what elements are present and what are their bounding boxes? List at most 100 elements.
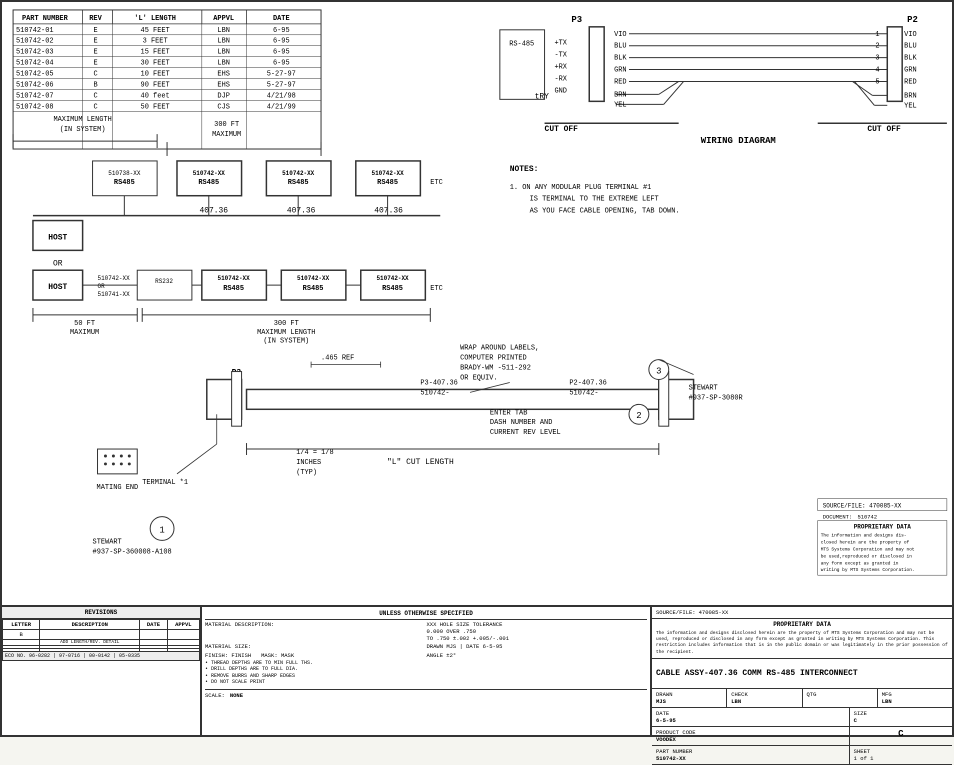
svg-text:LBN: LBN <box>217 60 230 68</box>
svg-text:510742-02: 510742-02 <box>16 38 53 46</box>
svg-text:C: C <box>93 71 97 79</box>
svg-text:407.36: 407.36 <box>199 207 228 216</box>
svg-text:407.36: 407.36 <box>374 207 403 216</box>
svg-text:510742-XX: 510742-XX <box>282 170 315 177</box>
svg-text:DOCUMENT:: DOCUMENT: <box>823 514 852 521</box>
svg-text:closed herein are the property: closed herein are the property of <box>821 539 910 545</box>
tolerances: XXX HOLE SIZE TOLERANCE 0.000 OVER .750 … <box>427 621 648 642</box>
svg-text:BLK: BLK <box>904 55 917 63</box>
svg-text:#937-SP-360008-A108: #937-SP-360008-A108 <box>93 548 172 556</box>
svg-text:ETC: ETC <box>430 179 443 187</box>
svg-text:3: 3 <box>875 55 879 63</box>
svg-text:510742-XX: 510742-XX <box>297 275 330 282</box>
svg-text:510742-XX: 510742-XX <box>218 275 251 282</box>
svg-text:510742-XX: 510742-XX <box>376 275 409 282</box>
svg-text:BRN: BRN <box>614 91 627 99</box>
svg-text:1/4 = 1/8: 1/4 = 1/8 <box>296 449 333 457</box>
product-code-row: PRODUCT CODE VOODEX C <box>652 727 952 746</box>
eco-row: ECO NO. 96-0282 | 97-0716 | 00-0142 | 05… <box>3 652 200 661</box>
svg-text:INCHES: INCHES <box>296 459 321 467</box>
svg-text:510742-: 510742- <box>569 389 598 397</box>
svg-text:510742-03: 510742-03 <box>16 49 53 57</box>
svg-text:510742: 510742 <box>857 514 877 521</box>
svg-text:90 FEET: 90 FEET <box>141 81 170 89</box>
drawing-container: PART NUMBER REV 'L' LENGTH APPVL DATE 51… <box>0 0 954 737</box>
svg-text:"L" CUT LENGTH: "L" CUT LENGTH <box>387 458 454 467</box>
svg-text:WRAP AROUND LABELS,: WRAP AROUND LABELS, <box>460 345 539 353</box>
svg-text:(IN SYSTEM): (IN SYSTEM) <box>60 126 106 134</box>
svg-text:6-95: 6-95 <box>273 60 290 68</box>
svg-text:P2: P2 <box>907 15 918 25</box>
svg-text:40 feet: 40 feet <box>141 92 170 100</box>
svg-text:ENTER TAB: ENTER TAB <box>490 409 527 417</box>
svg-text:IS TERMINAL TO THE EXTREME LEF: IS TERMINAL TO THE EXTREME LEFT <box>530 196 659 204</box>
svg-text:1. ON ANY MODULAR PLUG TERMI: 1. ON ANY MODULAR PLUG TERMINAL #1 <box>510 184 652 192</box>
svg-text:STEWART: STEWART <box>93 538 122 546</box>
svg-text:BLU: BLU <box>614 43 627 51</box>
svg-text:+TX: +TX <box>554 40 567 48</box>
svg-text:CURRENT REV LEVEL: CURRENT REV LEVEL <box>490 429 561 437</box>
svg-text:tRY: tRY <box>535 92 550 101</box>
revisions-table: REVISIONS LETTER DESCRIPTION DATE APPVL … <box>2 607 202 735</box>
drawn-info: DRAWN MJS | DATE 6-5-95 <box>427 643 648 650</box>
svg-text:MATING END: MATING END <box>97 484 139 492</box>
svg-text:6-95: 6-95 <box>273 27 290 35</box>
svg-text:5-27-97: 5-27-97 <box>267 71 296 79</box>
svg-text:HOST: HOST <box>48 233 67 242</box>
svg-text:510742-07: 510742-07 <box>16 92 53 100</box>
svg-text:DJP: DJP <box>217 92 230 100</box>
svg-text:C: C <box>93 103 97 111</box>
svg-text:E: E <box>93 27 97 35</box>
svg-text:LBN: LBN <box>217 38 230 46</box>
svg-text:DASH NUMBER AND: DASH NUMBER AND <box>490 419 552 427</box>
rev-col-letter: LETTER <box>3 620 40 630</box>
drawing-title: CABLE ASSY-407.36 COMM RS-485 INTERCONNE… <box>652 659 952 689</box>
svg-text:'L' LENGTH: 'L' LENGTH <box>134 15 176 23</box>
svg-text:BRADY-WM -511-292: BRADY-WM -511-292 <box>460 365 531 373</box>
svg-text:510742-01: 510742-01 <box>16 27 53 35</box>
svg-text:4: 4 <box>875 67 879 75</box>
svg-text:COMPUTER PRINTED: COMPUTER PRINTED <box>460 355 527 363</box>
svg-text:writing by MTS Systems Corpora: writing by MTS Systems Corporation. <box>821 567 915 573</box>
svg-text:E: E <box>93 38 97 46</box>
svg-text:(IN SYSTEM): (IN SYSTEM) <box>263 338 309 346</box>
svg-text:LBN: LBN <box>217 49 230 57</box>
svg-text:-TX: -TX <box>554 52 567 60</box>
svg-text:YEL: YEL <box>904 102 917 110</box>
svg-text:2: 2 <box>875 43 879 51</box>
svg-text:510742-XX: 510742-XX <box>193 170 226 177</box>
svg-text:50 FEET: 50 FEET <box>141 103 170 111</box>
svg-text:510742-XX: 510742-XX <box>98 275 131 282</box>
svg-text:WIRING DIAGRAM: WIRING DIAGRAM <box>701 136 776 146</box>
svg-text:6-95: 6-95 <box>273 38 290 46</box>
svg-text:be used,reproduced or disclose: be used,reproduced or disclosed in <box>821 553 912 559</box>
svg-text:LBN: LBN <box>217 27 230 35</box>
svg-text:407.36: 407.36 <box>287 207 316 216</box>
svg-text:300 FT: 300 FT <box>274 320 299 328</box>
svg-text:30 FEET: 30 FEET <box>141 60 170 68</box>
svg-text:510742-04: 510742-04 <box>16 60 53 68</box>
svg-text:510742-05: 510742-05 <box>16 71 53 79</box>
bottom-title-block: REVISIONS LETTER DESCRIPTION DATE APPVL … <box>2 605 952 735</box>
svg-text:P3-407.36: P3-407.36 <box>420 379 457 387</box>
svg-text:510741-XX: 510741-XX <box>98 291 131 298</box>
svg-text:B: B <box>93 81 97 89</box>
svg-text:CUT OFF: CUT OFF <box>867 125 901 134</box>
svg-text:RS485: RS485 <box>303 285 324 293</box>
svg-text:3: 3 <box>656 367 661 377</box>
svg-text:VIO: VIO <box>614 31 627 39</box>
svg-text:HOST: HOST <box>48 283 67 292</box>
svg-text:MAXIMUM LENGTH: MAXIMUM LENGTH <box>257 329 315 337</box>
svg-text:RS485: RS485 <box>223 285 244 293</box>
svg-text:MAXIMUM: MAXIMUM <box>70 329 99 337</box>
main-schematic-area: PART NUMBER REV 'L' LENGTH APPVL DATE 51… <box>2 2 952 605</box>
svg-text:RS485: RS485 <box>382 285 403 293</box>
svg-text:510742-06: 510742-06 <box>16 81 53 89</box>
svg-text:AS YOU FACE CABLE OPENING, TAB: AS YOU FACE CABLE OPENING, TAB DOWN. <box>530 208 680 216</box>
svg-text:EHS: EHS <box>217 71 230 79</box>
svg-text:(TYP): (TYP) <box>296 469 317 477</box>
unless-noted: UNLESS OTHERWISE SPECIFIED <box>205 610 647 620</box>
thread-notes: • THREAD DEPTHS ARE TO MIN FULL THS. • D… <box>205 660 647 686</box>
svg-text:NOTES:: NOTES: <box>510 165 539 174</box>
table-row: B <box>3 630 200 640</box>
